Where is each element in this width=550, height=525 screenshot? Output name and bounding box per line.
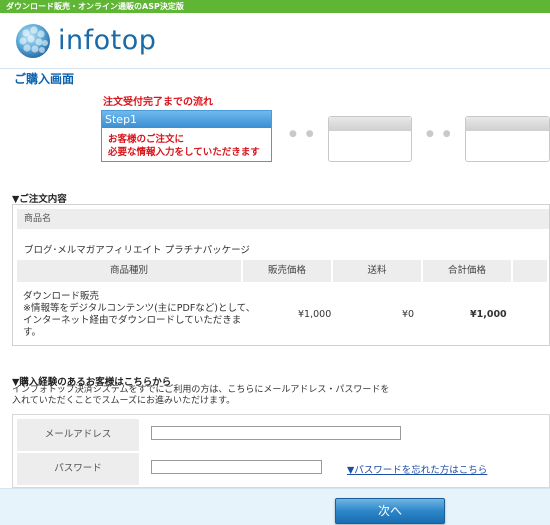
product-name: ブログ･メルマガアフィリエイト プラチナパッケージ (24, 245, 250, 256)
shipping-cell: ¥0 (402, 309, 415, 320)
column-header-price: 販売価格 (243, 260, 333, 282)
step1-box: Step1 お客様のご注文に 必要な情報入力をしていただきます (101, 110, 272, 162)
product-type-note: ※情報等をデジタルコンテンツ(主にPDFなど)として、インターネット経由でダウン… (23, 303, 256, 338)
password-field[interactable] (151, 460, 322, 474)
total-cell: ¥1,000 (470, 309, 507, 320)
login-form: メールアドレス パスワード ▼パスワードを忘れた方はこちら (12, 414, 550, 488)
step1-desc-line2: 必要な情報入力をしていただきます (108, 147, 260, 158)
email-field[interactable] (151, 426, 401, 440)
password-label: パスワード (17, 453, 139, 485)
column-header-shipping: 送料 (333, 260, 423, 282)
column-header-spacer (513, 260, 549, 282)
login-intro-line2: 入れていただくことでスムーズにお進みいただけます。 (12, 396, 236, 406)
heading-bar (0, 68, 550, 88)
forgot-password-link[interactable]: ▼パスワードを忘れた方はこちら (347, 462, 487, 476)
top-banner: ダウンロード販売・オンライン通販のASP決定版 (0, 0, 550, 13)
step-connector-2: ● ● (426, 129, 454, 139)
step1-label: Step1 (102, 111, 271, 128)
price-cell: ¥1,000 (298, 309, 332, 320)
product-type-cell: ダウンロード販売 ※情報等をデジタルコンテンツ(主にPDFなど)として、インター… (23, 291, 258, 339)
step-connector-1: ● ● (289, 129, 317, 139)
page-title: ご購入画面 (14, 72, 75, 86)
login-intro: インフォトップ決済システムをすでにご利用の方は、こちらにメールアドレス・パスワー… (12, 385, 389, 407)
footer-bar: 次へ (0, 488, 550, 525)
logo-text: infotop (58, 25, 157, 56)
product-type: ダウンロード販売 (23, 291, 100, 302)
infotop-logo[interactable]: infotop (14, 22, 214, 64)
product-name-header: 商品名 (17, 209, 549, 229)
top-banner-text: ダウンロード販売・オンライン通販のASP決定版 (6, 2, 184, 11)
email-label: メールアドレス (17, 419, 139, 451)
globe-icon (16, 24, 50, 58)
column-header-total: 合計価格 (423, 260, 513, 282)
order-details-box: 商品名 ブログ･メルマガアフィリエイト プラチナパッケージ 商品種別 販売価格 … (12, 204, 550, 346)
column-header-type: 商品種別 (17, 260, 243, 282)
flow-title: 注文受付完了までの流れ (103, 97, 213, 108)
step1-description: お客様のご注文に 必要な情報入力をしていただきます (108, 133, 260, 159)
step3-box (465, 116, 550, 162)
order-section-title: ▼ご注文内容 (12, 194, 67, 205)
login-intro-line1: インフォトップ決済システムをすでにご利用の方は、こちらにメールアドレス・パスワー… (12, 385, 390, 395)
step1-desc-line1: お客様のご注文に (108, 134, 185, 145)
next-button[interactable]: 次へ (335, 498, 445, 524)
step2-box (328, 116, 412, 162)
